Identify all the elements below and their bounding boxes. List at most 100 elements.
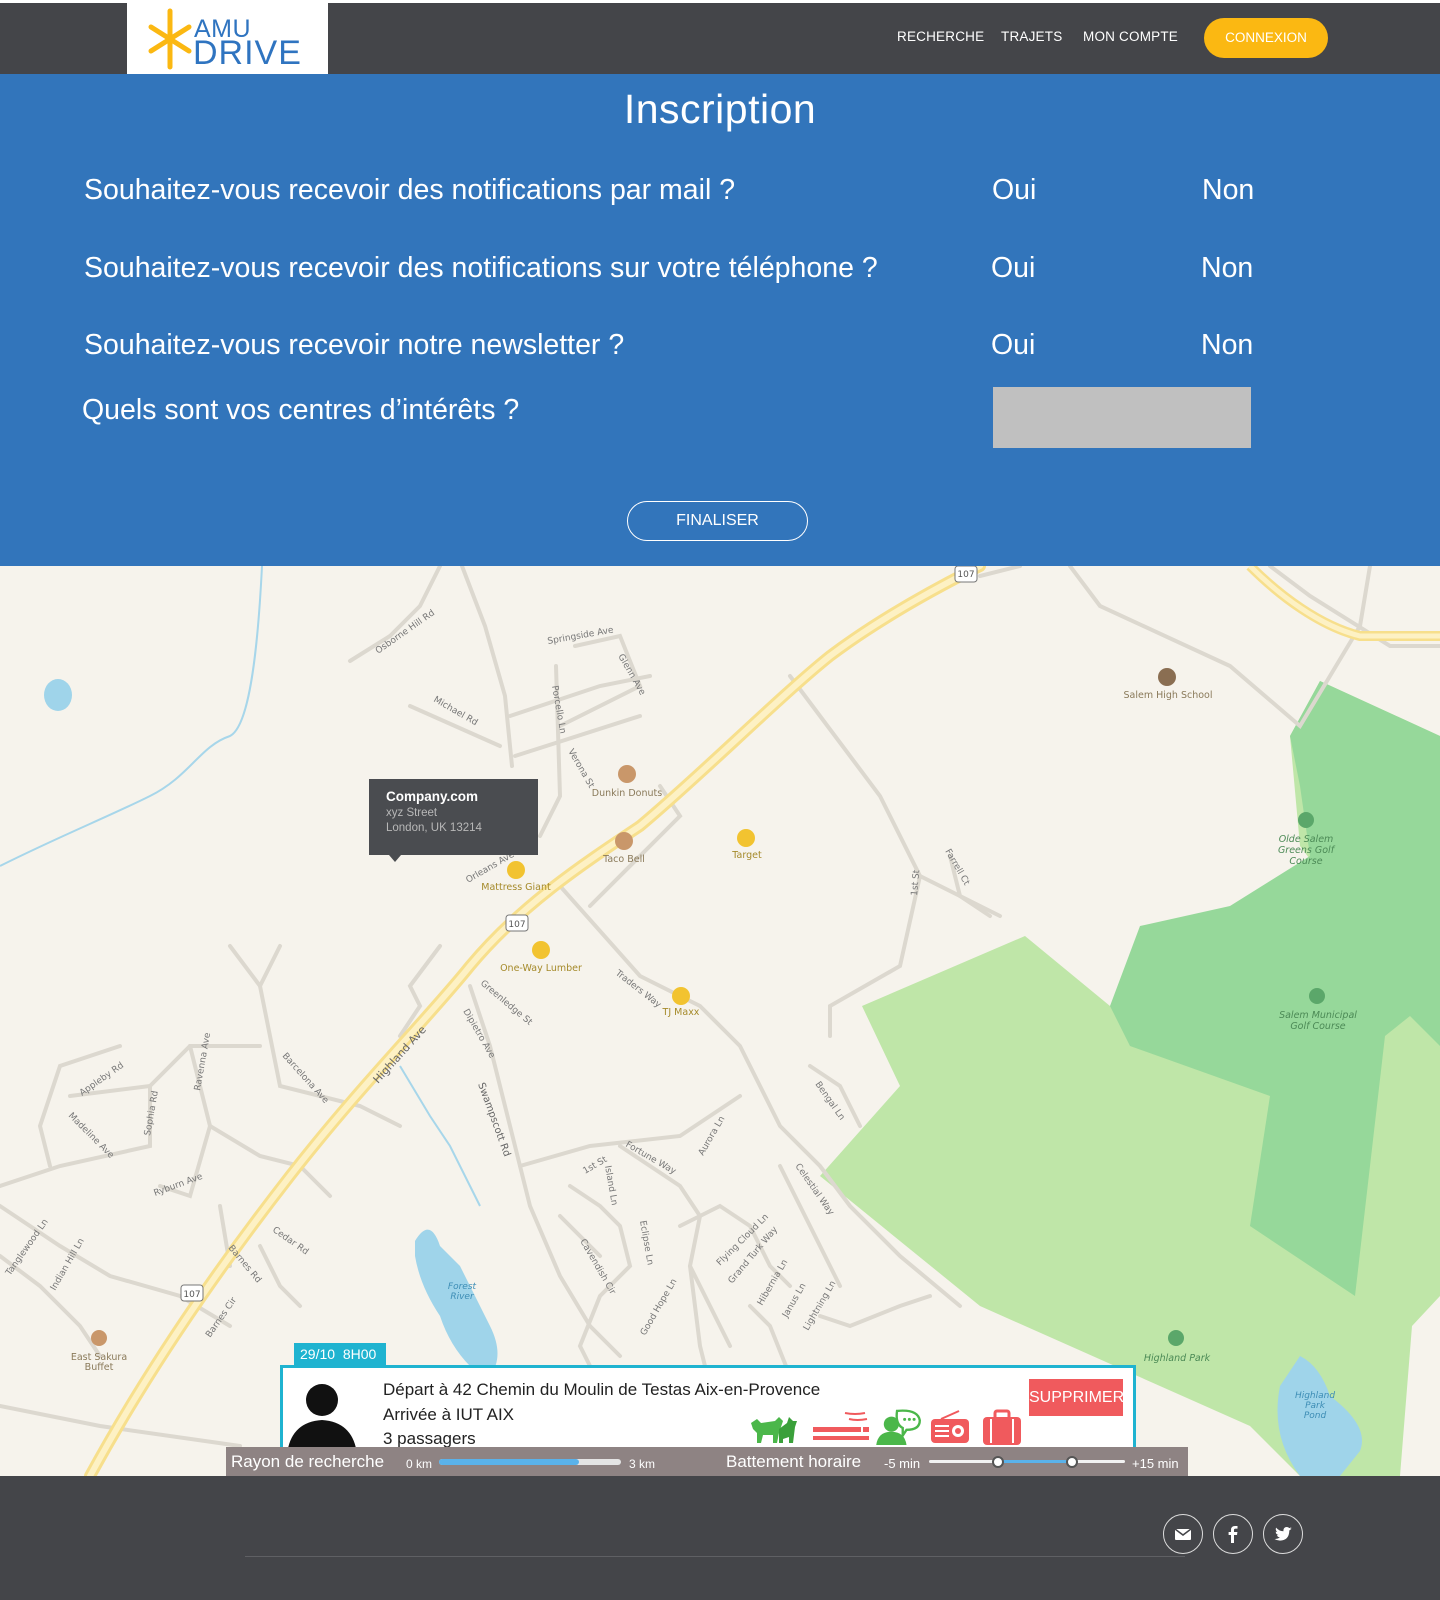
svg-text:Barcelona Ave: Barcelona Ave [280, 1051, 331, 1106]
ride-arrival: Arrivée à IUT AIX [383, 1405, 515, 1424]
svg-text:Salem Municipal: Salem Municipal [1279, 1010, 1357, 1021]
chat-icon [876, 1409, 921, 1445]
question-phone: Souhaitez-vous recevoir des notification… [84, 252, 878, 284]
ride-date: 29/10 [300, 1346, 336, 1362]
facebook-button[interactable] [1213, 1514, 1253, 1554]
logo-text-drive: DRIVE [193, 34, 302, 72]
time-slider-max-handle[interactable] [1066, 1456, 1079, 1468]
svg-text:One-Way Lumber: One-Way Lumber [500, 963, 582, 974]
svg-text:Ravenna Ave: Ravenna Ave [193, 1032, 213, 1092]
svg-text:Verona St: Verona St [565, 748, 596, 791]
svg-text:Park: Park [1305, 1401, 1326, 1411]
header: AMU DRIVE RECHERCHE TRAJETS MON COMPTE C… [0, 0, 1440, 74]
svg-text:Barnes Cir: Barnes Cir [204, 1296, 239, 1340]
nav-recherche[interactable]: RECHERCHE [897, 29, 984, 44]
svg-text:Island Ln: Island Ln [602, 1165, 619, 1206]
svg-text:Greens Golf: Greens Golf [1278, 845, 1336, 856]
newsletter-yes-option[interactable]: Oui [991, 329, 1035, 362]
facebook-icon [1228, 1526, 1238, 1543]
svg-text:Target: Target [731, 850, 762, 861]
svg-text:TJ Maxx: TJ Maxx [662, 1007, 700, 1018]
mail-no-option[interactable]: Non [1202, 174, 1254, 207]
inscription-form: Inscription Souhaitez-vous recevoir des … [0, 74, 1440, 566]
footer [0, 1476, 1440, 1600]
svg-text:Highland Ave: Highland Ave [371, 1023, 429, 1086]
nav-mon-compte[interactable]: MON COMPTE [1083, 29, 1178, 44]
search-filters-bar: Rayon de recherche 0 km 3 km Battement h… [226, 1447, 1188, 1476]
ride-departure: Départ à 42 Chemin du Moulin de Testas A… [383, 1380, 821, 1399]
time-min-label: -5 min [884, 1456, 921, 1471]
mail-icon [1174, 1528, 1192, 1540]
svg-text:Michael Rd: Michael Rd [432, 695, 480, 728]
smoking-icon [813, 1412, 869, 1440]
time-max-label: +15 min [1132, 1456, 1179, 1471]
map[interactable]: 107 107 107 Salem High School Dunkin Don… [0, 566, 1440, 1476]
svg-text:Buffet: Buffet [85, 1362, 114, 1373]
svg-text:Eclipse Ln: Eclipse Ln [637, 1220, 655, 1266]
svg-text:Forest: Forest [448, 1282, 477, 1292]
ride-date-tag: 29/10 8H00 [294, 1343, 386, 1365]
svg-text:107: 107 [957, 570, 974, 580]
connexion-button[interactable]: CONNEXION [1204, 18, 1328, 58]
logo-star-icon [148, 8, 192, 70]
mail-yes-option[interactable]: Oui [992, 174, 1036, 207]
page-title: Inscription [623, 86, 817, 132]
svg-text:Dunkin Donuts: Dunkin Donuts [592, 788, 662, 799]
svg-text:Janus Ln: Janus Ln [780, 1282, 808, 1321]
twitter-button[interactable] [1263, 1514, 1303, 1554]
radius-min-label: 0 km [406, 1457, 433, 1471]
newsletter-no-option[interactable]: Non [1201, 329, 1253, 362]
luggage-icon [983, 1409, 1021, 1445]
avatar-icon [287, 1384, 357, 1451]
svg-text:107: 107 [508, 920, 525, 930]
highland-ave [84, 566, 986, 1476]
finaliser-button[interactable]: FINALISER [627, 501, 808, 541]
svg-text:Indian Hill Ln: Indian Hill Ln [49, 1237, 87, 1293]
svg-text:Mattress Giant: Mattress Giant [481, 882, 551, 893]
pond [44, 679, 72, 711]
time-slider-min-handle[interactable] [991, 1456, 1004, 1468]
ride-passengers: 3 passagers [383, 1429, 476, 1448]
question-interests: Quels sont vos centres d’intérêts ? [82, 394, 520, 426]
svg-text:Cedar Rd: Cedar Rd [270, 1225, 310, 1257]
svg-text:Sophia Rd: Sophia Rd [143, 1090, 161, 1137]
phone-no-option[interactable]: Non [1201, 252, 1253, 285]
map-popup[interactable]: Company.com xyz Street London, UK 13214 [369, 779, 538, 862]
question-mail: Souhaitez-vous recevoir des notification… [84, 174, 736, 206]
popup-company-name: Company.com [386, 789, 479, 804]
phone-yes-option[interactable]: Oui [991, 252, 1035, 285]
ride-time: 8H00 [342, 1346, 377, 1362]
svg-text:Taco Bell: Taco Bell [602, 854, 645, 865]
forest-river [415, 1229, 498, 1376]
popup-city: London, UK 13214 [386, 822, 482, 834]
time-window-label: Battement horaire [726, 1452, 862, 1471]
svg-text:Olde Salem: Olde Salem [1279, 834, 1334, 845]
svg-text:Fortune Way: Fortune Way [624, 1140, 679, 1177]
svg-text:Madeline Ave: Madeline Ave [66, 1111, 116, 1161]
svg-text:Greenledge St: Greenledge St [478, 979, 534, 1028]
nav-trajets[interactable]: TRAJETS [1001, 29, 1062, 44]
mail-button[interactable] [1163, 1514, 1203, 1554]
interests-input[interactable] [993, 387, 1251, 448]
twitter-icon [1274, 1527, 1292, 1541]
question-newsletter: Souhaitez-vous recevoir notre newsletter… [84, 329, 625, 361]
logo[interactable]: AMU DRIVE [127, 3, 328, 74]
svg-text:Pond: Pond [1304, 1411, 1327, 1421]
ride-card[interactable]: Départ à 42 Chemin du Moulin de Testas A… [280, 1365, 1136, 1451]
svg-text:Good Hope Ln: Good Hope Ln [639, 1277, 679, 1337]
animals-icon [751, 1417, 797, 1443]
radio-icon [931, 1410, 969, 1443]
svg-text:Tanglewood Ln: Tanglewood Ln [4, 1217, 51, 1278]
svg-text:Cavendish Cir: Cavendish Cir [577, 1238, 617, 1297]
svg-text:Highland Park: Highland Park [1144, 1353, 1211, 1364]
svg-text:Porcello Ln: Porcello Ln [549, 685, 567, 735]
supprimer-button[interactable]: SUPPRIMER [1029, 1379, 1124, 1416]
time-slider-fill [997, 1460, 1073, 1463]
map-canvas: 107 107 107 Salem High School Dunkin Don… [0, 566, 1440, 1476]
radius-slider-fill [439, 1459, 580, 1465]
svg-text:Course: Course [1289, 856, 1322, 867]
svg-text:Golf Course: Golf Course [1290, 1021, 1345, 1032]
radius-max-label: 3 km [629, 1457, 656, 1471]
svg-text:River: River [450, 1292, 475, 1302]
footer-divider [245, 1556, 1185, 1557]
